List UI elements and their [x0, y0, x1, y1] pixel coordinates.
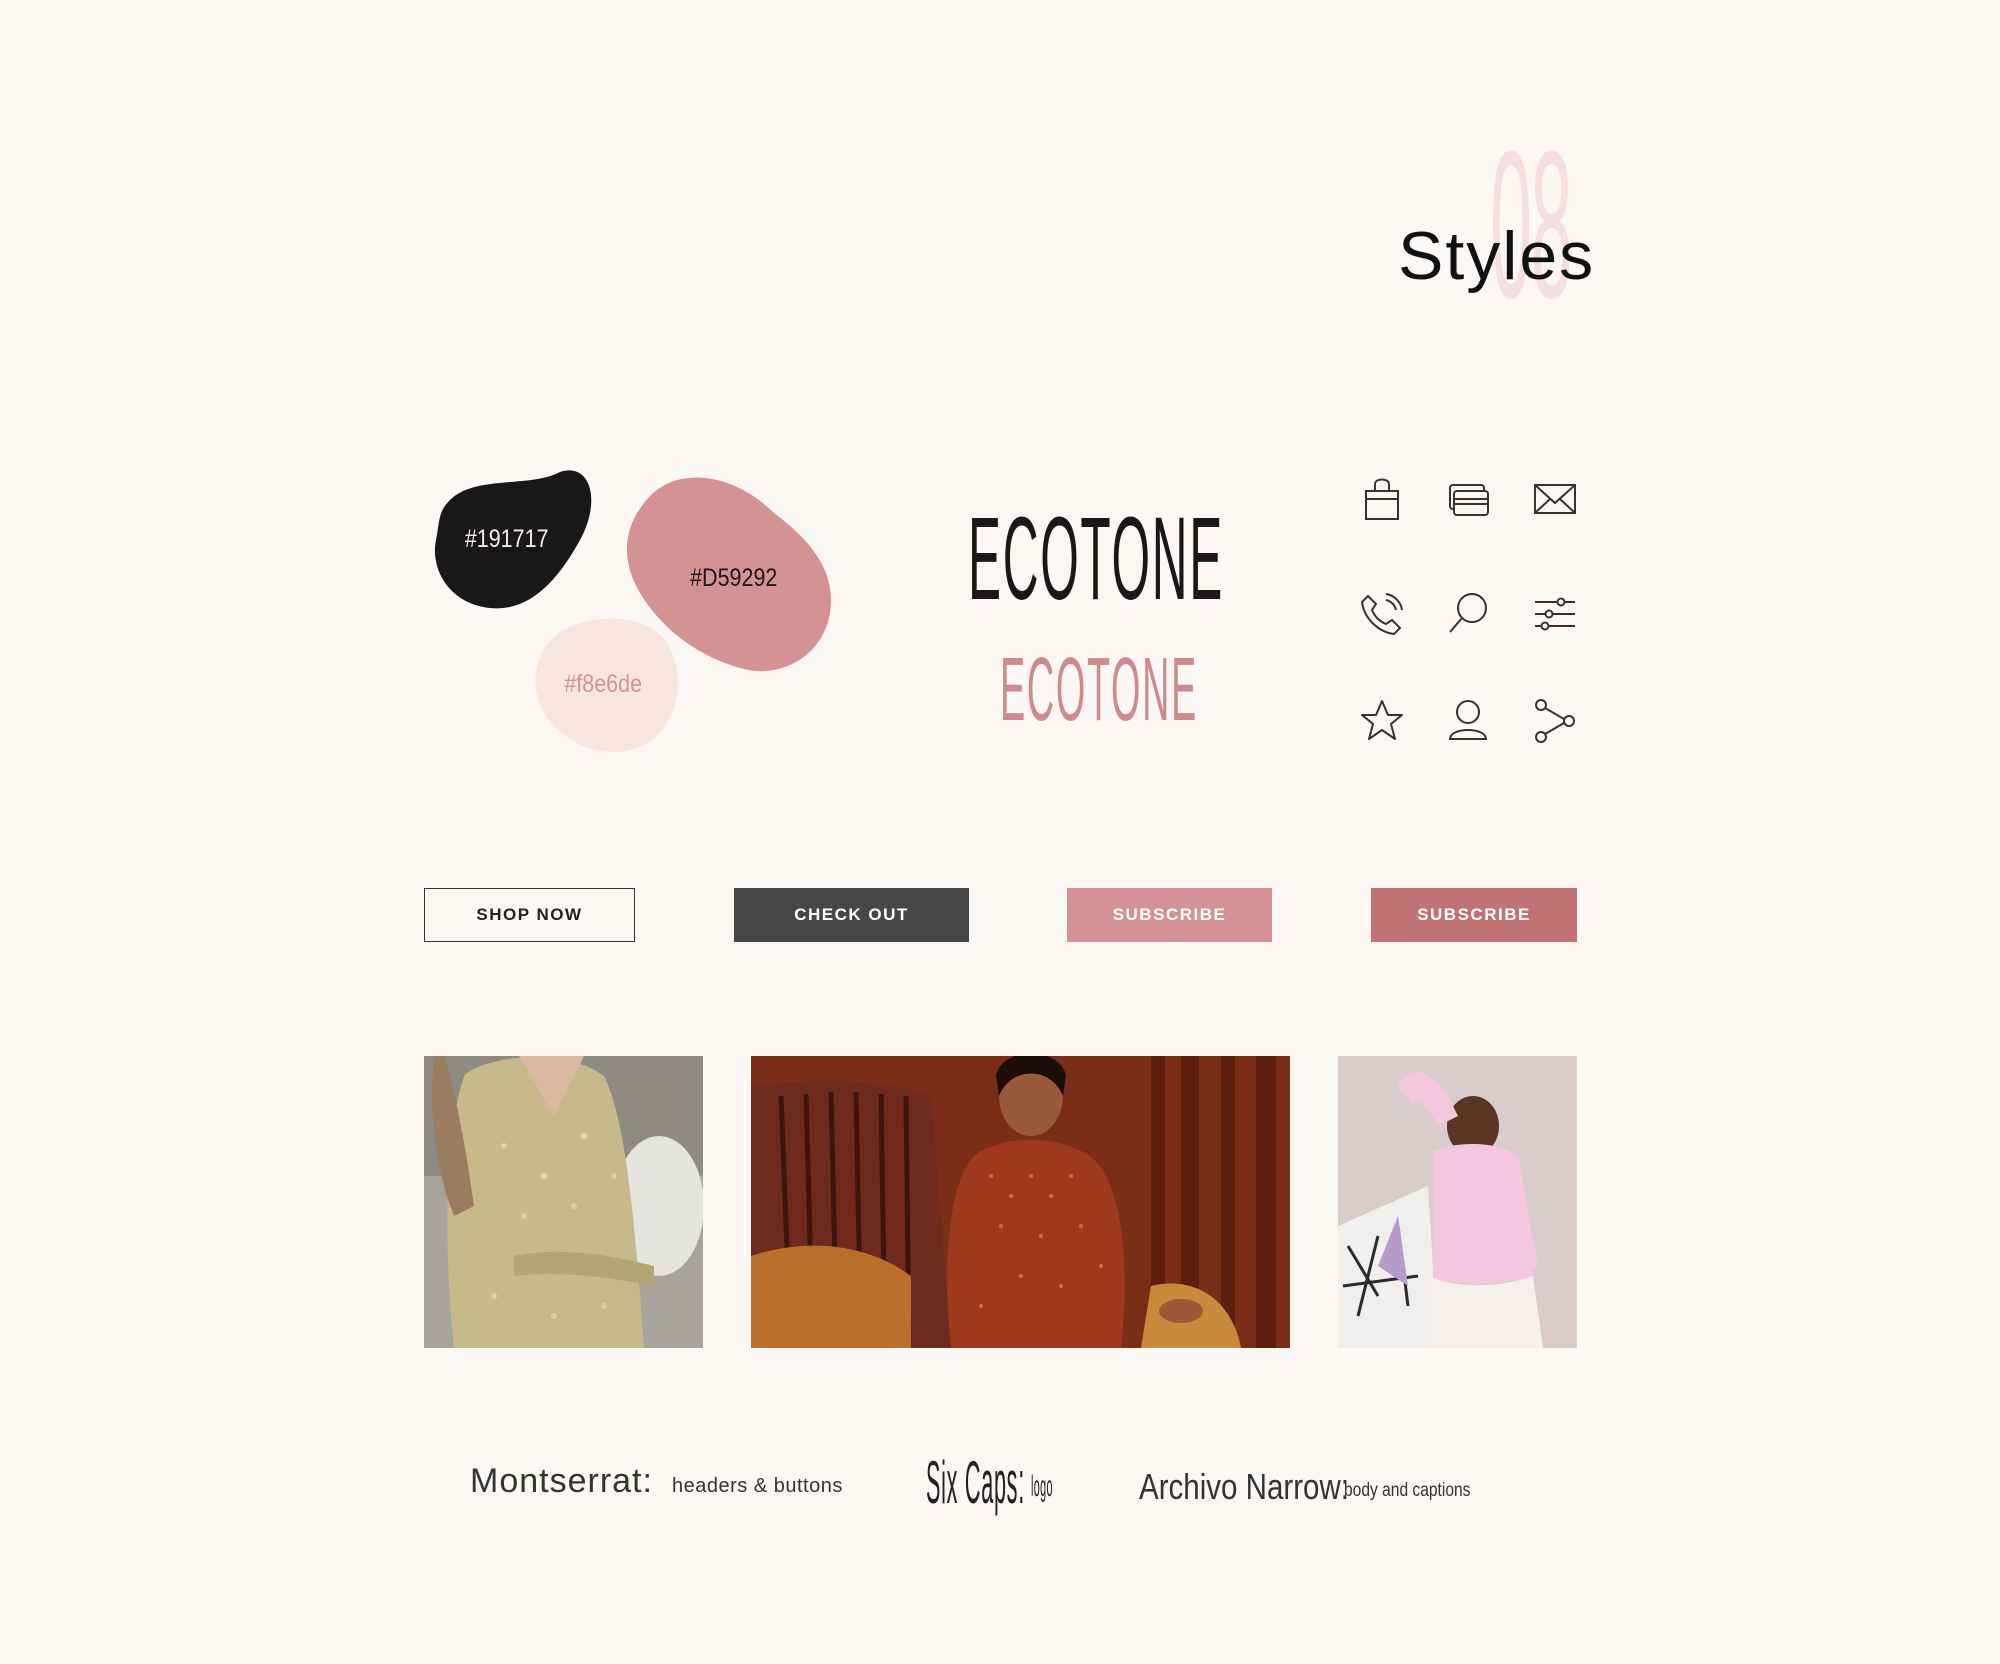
shop-now-button[interactable]: SHOP NOW — [424, 888, 635, 942]
subscribe-button-light[interactable]: SUBSCRIBE — [1067, 888, 1272, 942]
share-icon[interactable] — [1531, 697, 1579, 745]
credit-card-icon[interactable] — [1444, 475, 1492, 523]
phone-icon[interactable] — [1358, 590, 1406, 638]
font-archivo-name: Archivo Narrow: — [1139, 1466, 1349, 1507]
star-icon[interactable] — [1358, 697, 1406, 745]
logo-wordmark-pink: ECOTONE — [1000, 640, 1198, 740]
mail-icon[interactable] — [1531, 475, 1579, 523]
font-montserrat-usage: headers & buttons — [672, 1475, 843, 1497]
font-montserrat-name: Montserrat: — [470, 1462, 653, 1500]
logo-wordmark-dark: ECOTONE — [968, 493, 1224, 625]
swatch-light-label: #f8e6de — [564, 670, 643, 698]
filter-sliders-icon[interactable] — [1531, 590, 1579, 638]
font-sixcaps-usage: logo — [1031, 1470, 1053, 1503]
search-icon[interactable] — [1444, 590, 1492, 638]
page-title: Styles — [1398, 218, 1596, 294]
user-icon[interactable] — [1444, 697, 1492, 745]
check-out-button[interactable]: CHECK OUT — [734, 888, 969, 942]
font-sixcaps-name: Six Caps: — [926, 1449, 1025, 1516]
photo-woman-armchair — [751, 1056, 1290, 1348]
photo-floral-dress — [424, 1056, 703, 1348]
swatch-dark-label: #191717 — [464, 525, 549, 553]
shopping-bag-icon[interactable] — [1358, 475, 1406, 523]
subscribe-button-dark[interactable]: SUBSCRIBE — [1371, 888, 1577, 942]
swatch-pink-label: #D59292 — [690, 564, 778, 592]
photo-pink-sweater — [1338, 1056, 1577, 1348]
font-archivo-usage: body and captions — [1344, 1480, 1471, 1501]
